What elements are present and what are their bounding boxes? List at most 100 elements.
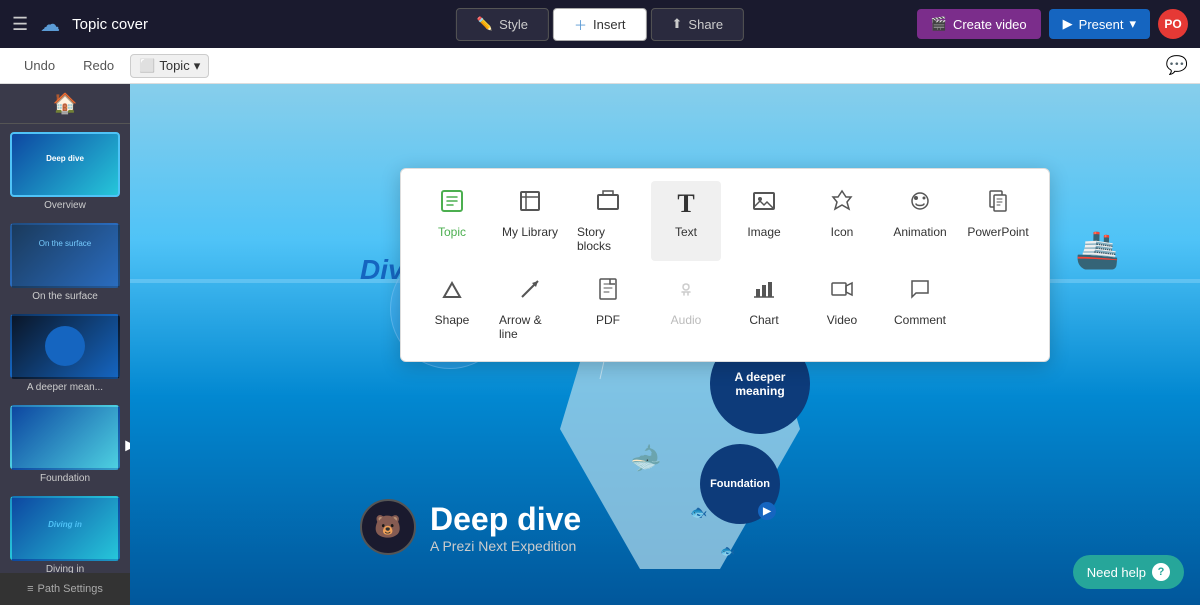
- image-insert-icon: [752, 189, 776, 219]
- undo-button[interactable]: Undo: [12, 54, 67, 77]
- insert-icon: ＋: [574, 15, 587, 34]
- insert-label-audio: Audio: [671, 313, 702, 327]
- slide-label-overview: Overview: [10, 200, 120, 211]
- slide-1[interactable]: 1 On the surface On the surface: [10, 223, 120, 302]
- insert-item-my-library[interactable]: My Library: [495, 181, 565, 261]
- slide-label-1: On the surface: [10, 291, 120, 302]
- slide-thumb-overview: Deep dive: [10, 132, 120, 197]
- slide-thumb-4: Diving in: [10, 496, 120, 561]
- insert-label-comment: Comment: [894, 313, 946, 327]
- insert-item-text[interactable]: T Text: [651, 181, 721, 261]
- story-blocks-icon: [596, 189, 620, 219]
- slide-overview[interactable]: Deep dive Overview: [10, 132, 120, 211]
- comment-icon[interactable]: 💬: [1166, 55, 1188, 76]
- secondbar: Undo Redo ⬜ Topic ▾ 💬: [0, 48, 1200, 84]
- video-icon: 🎬: [931, 16, 947, 32]
- insert-item-topic[interactable]: Topic: [417, 181, 487, 261]
- my-library-icon: [518, 189, 542, 219]
- share-icon: ⬆: [672, 16, 683, 32]
- text-insert-icon: T: [677, 189, 694, 219]
- slide-4[interactable]: 4 Diving in Diving in: [10, 496, 120, 575]
- video-insert-icon: [830, 277, 854, 307]
- style-icon: ✏️: [477, 16, 493, 32]
- chevron-down-icon: ▾: [194, 58, 201, 74]
- shape-insert-icon: [440, 277, 464, 307]
- insert-tab[interactable]: ＋ Insert: [553, 8, 647, 41]
- icon-insert-icon: [830, 189, 854, 219]
- insert-item-audio[interactable]: Audio: [651, 269, 721, 349]
- audio-insert-icon: [674, 277, 698, 307]
- slide-label-2: A deeper mean...: [10, 382, 120, 393]
- topic-icon: ⬜: [139, 58, 155, 74]
- insert-label-story-blocks: Story blocks: [577, 225, 639, 253]
- play-circle-icon: ▶: [758, 502, 776, 520]
- app-title: Topic cover: [72, 16, 148, 33]
- help-icon: ?: [1152, 563, 1170, 581]
- canvas: Diving in ⛵ 🚢 🐋 🐟 🐟: [130, 84, 1200, 605]
- pdf-insert-icon: [596, 277, 620, 307]
- arrow-line-insert-icon: [518, 277, 542, 307]
- insert-item-pdf[interactable]: PDF: [573, 269, 643, 349]
- slide-thumb-1: On the surface: [10, 223, 120, 288]
- topbar: ☰ ☁ Topic cover ✏️ Style ＋ Insert ⬆ Shar…: [0, 0, 1200, 48]
- slide-label-3: Foundation: [10, 473, 120, 484]
- insert-label-icon: Icon: [831, 225, 854, 239]
- topic-insert-icon: [440, 189, 464, 219]
- insert-label-topic: Topic: [438, 225, 466, 239]
- logo-circle: 🐻: [360, 499, 416, 555]
- create-video-button[interactable]: 🎬 Create video: [917, 9, 1041, 39]
- share-tab[interactable]: ⬆ Share: [651, 8, 745, 41]
- right-actions: 🎬 Create video ▶ Present ▾ PO: [917, 9, 1188, 39]
- main: 🏠 Deep dive Overview 1 On the surface On…: [0, 84, 1200, 605]
- insert-label-powerpoint: PowerPoint: [967, 225, 1028, 239]
- path-settings[interactable]: ≡ Path Settings: [0, 573, 130, 605]
- insert-item-chart[interactable]: Chart: [729, 269, 799, 349]
- slide-3[interactable]: 3 Foundation ▶: [10, 405, 120, 484]
- insert-label-text: Text: [675, 225, 697, 239]
- sidebar: 🏠 Deep dive Overview 1 On the surface On…: [0, 84, 130, 605]
- present-button[interactable]: ▶ Present ▾: [1049, 9, 1150, 39]
- insert-label-my-library: My Library: [502, 225, 558, 239]
- home-icon[interactable]: 🏠: [0, 84, 130, 124]
- cloud-icon: ☁: [40, 12, 60, 37]
- insert-label-pdf: PDF: [596, 313, 620, 327]
- redo-button[interactable]: Redo: [71, 54, 126, 77]
- insert-item-image[interactable]: Image: [729, 181, 799, 261]
- logo-text: Deep dive A Prezi Next Expedition: [430, 501, 581, 554]
- powerpoint-insert-icon: [986, 189, 1010, 219]
- slide-2[interactable]: 2 A deeper mean...: [10, 314, 120, 393]
- need-help-button[interactable]: Need help ?: [1073, 555, 1184, 589]
- insert-item-icon[interactable]: Icon: [807, 181, 877, 261]
- insert-label-image: Image: [747, 225, 780, 239]
- insert-item-video[interactable]: Video: [807, 269, 877, 349]
- path-icon: ≡: [27, 583, 33, 595]
- topic-pill[interactable]: ⬜ Topic ▾: [130, 54, 209, 78]
- avatar[interactable]: PO: [1158, 9, 1188, 39]
- slide-thumb-2: [10, 314, 120, 379]
- insert-item-shape[interactable]: Shape: [417, 269, 487, 349]
- insert-label-arrow-line: Arrow & line: [499, 313, 561, 341]
- insert-label-animation: Animation: [893, 225, 946, 239]
- node-foundation[interactable]: Foundation ▶: [700, 444, 780, 524]
- ship-icon: 🚢: [1075, 229, 1120, 271]
- style-tab[interactable]: ✏️ Style: [456, 8, 549, 41]
- chart-insert-icon: [752, 277, 776, 307]
- insert-item-comment[interactable]: Comment: [885, 269, 955, 349]
- insert-dropdown: Topic My Library Story blocks T Text: [400, 168, 1050, 362]
- insert-label-chart: Chart: [749, 313, 778, 327]
- animation-insert-icon: [908, 189, 932, 219]
- center-tabs: ✏️ Style ＋ Insert ⬆ Share: [456, 8, 744, 41]
- insert-label-video: Video: [827, 313, 857, 327]
- fish-icon: 🐟: [690, 504, 707, 521]
- insert-item-powerpoint[interactable]: PowerPoint: [963, 181, 1033, 261]
- fish-small-icon: 🐟: [720, 544, 735, 558]
- insert-label-shape: Shape: [435, 313, 470, 327]
- comment-insert-icon: [908, 277, 932, 307]
- play-icon: ▶: [1063, 16, 1073, 32]
- insert-item-animation[interactable]: Animation: [885, 181, 955, 261]
- dropdown-arrow-icon: ▾: [1129, 16, 1136, 32]
- menu-icon[interactable]: ☰: [12, 14, 28, 35]
- insert-item-story-blocks[interactable]: Story blocks: [573, 181, 643, 261]
- insert-item-arrow-line[interactable]: Arrow & line: [495, 269, 565, 349]
- logo-area: 🐻 Deep dive A Prezi Next Expedition: [360, 499, 581, 555]
